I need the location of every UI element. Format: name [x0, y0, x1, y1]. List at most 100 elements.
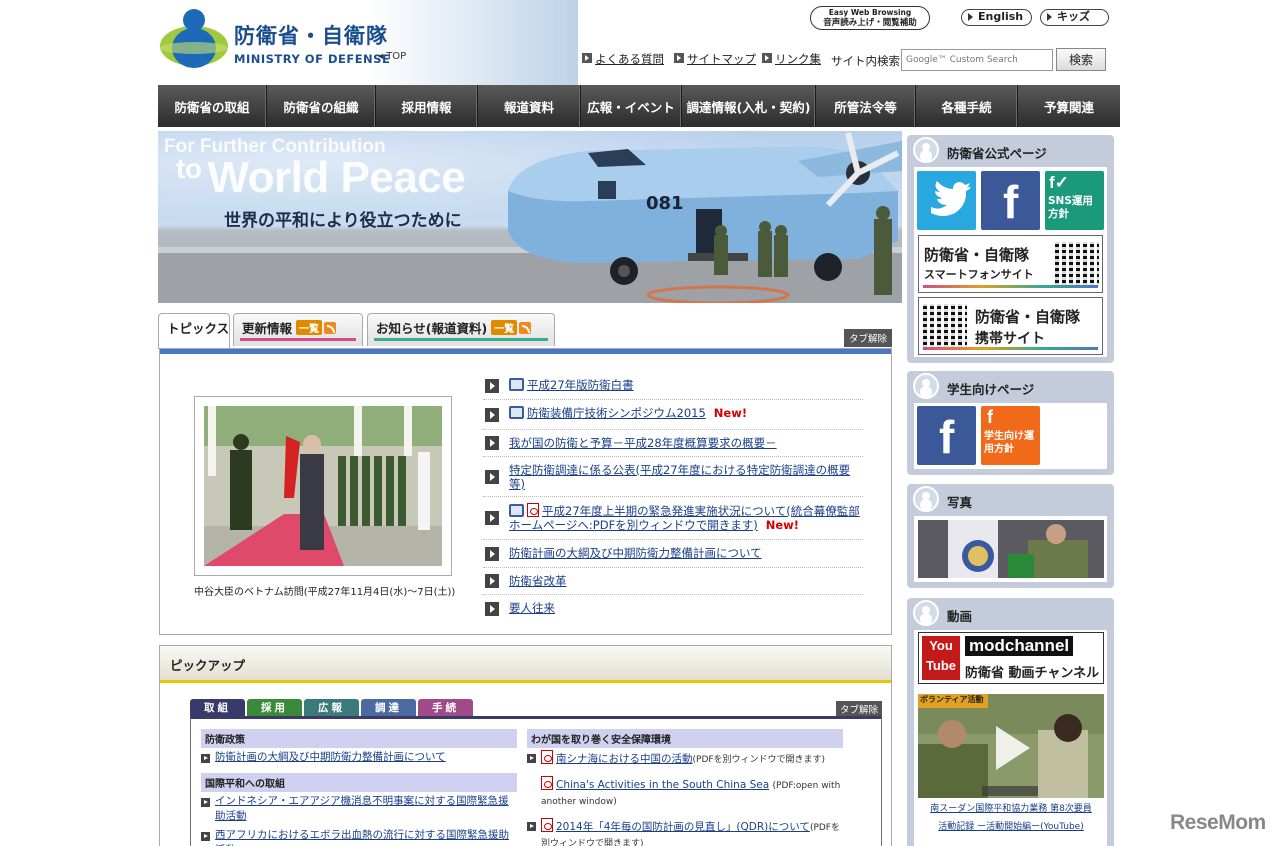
hero-headline-to: to	[176, 153, 202, 184]
student-facebook-button[interactable]: f	[917, 406, 976, 465]
topic-item[interactable]: 我が国の防衛と予算－平成28年度概算要求の概要－	[483, 430, 863, 457]
pickup-link-item[interactable]: 南シナ海における中国の活動(PDFを別ウィンドウで開きます)	[527, 748, 843, 770]
topic-link[interactable]: 防衛計画の大綱及び中期防衛力整備計画について	[509, 546, 762, 560]
rss-icon[interactable]	[324, 322, 337, 334]
nav-item-organization[interactable]: 防衛省の組織	[267, 85, 376, 127]
student-policy-button[interactable]: f 学生向け運用方針	[981, 406, 1040, 465]
topic-link[interactable]: 要人往来	[509, 601, 555, 615]
sidebar-video: 動画 You Tube modchannel 防衛省 動画チャンネル ボランティア…	[907, 598, 1114, 846]
video-thumbnail[interactable]	[918, 694, 1104, 798]
facebook-button[interactable]: f	[981, 171, 1040, 230]
topic-photo-frame[interactable]	[194, 396, 452, 576]
easy-web-browsing-button[interactable]: Easy Web Browsing 音声読み上げ・閲覧補助	[810, 6, 930, 30]
person-icon	[913, 373, 939, 399]
english-button[interactable]: English	[961, 9, 1033, 26]
pickup-link[interactable]: 2014年「4年毎の国防計画の見直し」(QDR)について	[556, 821, 810, 833]
pickup-header: ピックアップ	[160, 646, 891, 683]
photo-thumbnail[interactable]	[918, 520, 1104, 578]
site-header: 防衛省・自衛隊 MINISTRY OF DEFENSE ◂ TOP Easy W…	[158, 0, 1120, 85]
pickup-panel: ピックアップ 取組 採用 広報 調達 手続 タブ解除 防衛政策 防衛計画の大綱及…	[159, 645, 892, 846]
video-caption-link-1[interactable]: 南スーダン国際平和協力業務 第8次要員	[918, 803, 1104, 816]
topic-item[interactable]: 防衛省改革	[483, 568, 863, 595]
topic-link[interactable]: 平成27年度上半期の緊急発進実施状況について(統合幕僚監部ホームページへ:PDF…	[509, 504, 860, 532]
nav-item-pr-events[interactable]: 広報・イベント	[581, 85, 682, 127]
hero-banner[interactable]: 081 For Further Contribution to World Pea…	[158, 131, 902, 303]
topic-link[interactable]: 防衛装備庁技術シンポジウム2015	[527, 406, 706, 420]
topic-item[interactable]: 防衛装備庁技術シンポジウム2015 New!	[483, 400, 863, 430]
topic-link[interactable]: 平成27年版防衛白書	[527, 378, 634, 392]
faq-link[interactable]: よくある質問	[582, 51, 664, 67]
video-camera-icon	[913, 600, 939, 626]
hero-headline-line2: to World Peace	[176, 153, 466, 203]
arrow-right-icon	[485, 469, 499, 484]
search-button[interactable]: 検索	[1056, 48, 1106, 71]
nav-item-procurement[interactable]: 調達情報(入札・契約)	[682, 85, 816, 127]
mod-channel-title: modchannel	[965, 636, 1074, 656]
color-stripe	[923, 347, 1098, 350]
mobile-site-banner[interactable]: 防衛省・自衛隊 携帯サイト	[918, 297, 1103, 355]
mod-channel-banner[interactable]: You Tube modchannel 防衛省 動画チャンネル	[918, 632, 1104, 684]
pickup-link[interactable]: 防衛計画の大綱及び中期防衛力整備計画について	[215, 751, 446, 763]
mobile-subtitle: 携帯サイト	[975, 331, 1045, 347]
tab-pickup-procurement[interactable]: 調達	[361, 699, 416, 717]
twitter-button[interactable]	[917, 171, 976, 230]
topic-item[interactable]: 防衛計画の大綱及び中期防衛力整備計画について	[483, 540, 863, 568]
nav-item-recruitment[interactable]: 採用情報	[376, 85, 478, 127]
mobile-title: 防衛省・自衛隊	[975, 308, 1081, 326]
updates-list-button[interactable]: 一覧	[296, 320, 323, 335]
pickup-link[interactable]: 南シナ海における中国の活動	[556, 753, 693, 765]
sidebar-heading-label: 学生向けページ	[947, 382, 1035, 397]
pickup-link-item[interactable]: China's Activities in the South China Se…	[527, 774, 843, 812]
tab-topics[interactable]: トピックス	[158, 313, 230, 349]
search-input[interactable]	[901, 49, 1053, 71]
site-logo[interactable]: 防衛省・自衛隊 MINISTRY OF DEFENSE	[158, 6, 418, 76]
honor-guard-illustration	[204, 406, 442, 566]
topic-link[interactable]: 特定防衛調達に係る公表(平成27年度における特定防衛調達の概要等)	[509, 463, 850, 491]
tab-pickup-recruitment[interactable]: 採用	[247, 699, 302, 717]
pickup-content: 防衛政策 防衛計画の大綱及び中期防衛力整備計画について 国際平和への取組 インド…	[190, 716, 882, 846]
topic-item[interactable]: 要人往来	[483, 595, 863, 622]
topic-item[interactable]: 平成27年度上半期の緊急発進実施状況について(統合幕僚監部ホームページへ:PDF…	[483, 497, 863, 540]
topic-link[interactable]: 防衛省改革	[509, 574, 567, 588]
new-badge: New!	[713, 406, 748, 420]
nav-item-press[interactable]: 報道資料	[478, 85, 581, 127]
pickup-link-item[interactable]: インドネシア・エアアジア機消息不明事案に対する国際緊急援助活動	[201, 792, 517, 826]
sidebar-video-content: You Tube modchannel 防衛省 動画チャンネル ボランティア活動 …	[914, 630, 1107, 846]
topic-link[interactable]: 我が国の防衛と予算－平成28年度概算要求の概要－	[509, 436, 777, 450]
video-caption-link-2[interactable]: 活動記録 ー活動開始編ー(YouTube)	[918, 821, 1104, 834]
sitemap-link[interactable]: サイトマップ	[674, 51, 756, 67]
sns-policy-button[interactable]: f✓ SNS運用方針	[1045, 171, 1104, 230]
pickup-link[interactable]: 西アフリカにおけるエボラ出血熱の流行に対する国際緊急援助活動	[215, 829, 509, 846]
nav-item-laws[interactable]: 所管法令等	[816, 85, 916, 127]
pickup-link[interactable]: インドネシア・エアアジア機消息不明事案に対する国際緊急援助活動	[215, 795, 509, 822]
pickup-link-item[interactable]: 防衛計画の大綱及び中期防衛力整備計画について	[201, 748, 517, 767]
pickup-link[interactable]: China's Activities in the South China Se…	[556, 779, 769, 791]
sidebar-heading: 防衛省公式ページ	[907, 135, 1114, 165]
nav-item-procedures[interactable]: 各種手続	[916, 85, 1018, 127]
topic-item[interactable]: 特定防衛調達に係る公表(平成27年度における特定防衛調達の概要等)	[483, 457, 863, 497]
tab-updates[interactable]: 更新情報 一覧	[233, 313, 363, 346]
pickup-tab-release-button[interactable]: タブ解除	[835, 701, 882, 717]
arrow-right-icon	[485, 378, 499, 393]
arrow-right-icon	[485, 574, 499, 588]
nav-item-budget[interactable]: 予算関連	[1018, 85, 1120, 127]
nav-item-initiatives[interactable]: 防衛省の取組	[158, 85, 267, 127]
notices-list-button[interactable]: 一覧	[491, 320, 518, 335]
tab-notices[interactable]: お知らせ(報道資料) 一覧	[367, 313, 555, 346]
smartphone-site-banner[interactable]: 防衛省・自衛隊 スマートフォンサイト	[918, 235, 1103, 293]
links-link[interactable]: リンク集	[762, 51, 821, 67]
arrow-right-icon	[485, 601, 499, 616]
kids-button[interactable]: キッズ	[1040, 9, 1109, 26]
tab-release-button[interactable]: タブ解除	[843, 329, 892, 347]
pickup-link-item[interactable]: 2014年「4年毎の国防計画の見直し」(QDR)について(PDFを別ウィンドウで…	[527, 816, 843, 846]
tab-pickup-procedures[interactable]: 手続	[418, 699, 473, 717]
mod-channel-subtitle: 防衛省 動画チャンネル	[965, 666, 1100, 681]
arrow-right-icon	[485, 546, 499, 561]
tab-pickup-pr[interactable]: 広報	[304, 699, 359, 717]
facebook-f-icon: f	[987, 407, 993, 427]
tab-pickup-initiatives[interactable]: 取組	[190, 699, 245, 717]
pickup-link-item[interactable]: 西アフリカにおけるエボラ出血熱の流行に対する国際緊急援助活動	[201, 826, 517, 846]
rss-icon[interactable]	[519, 322, 532, 334]
top-link[interactable]: ◂ TOP	[378, 51, 406, 62]
topic-item[interactable]: 平成27年版防衛白書	[483, 372, 863, 400]
